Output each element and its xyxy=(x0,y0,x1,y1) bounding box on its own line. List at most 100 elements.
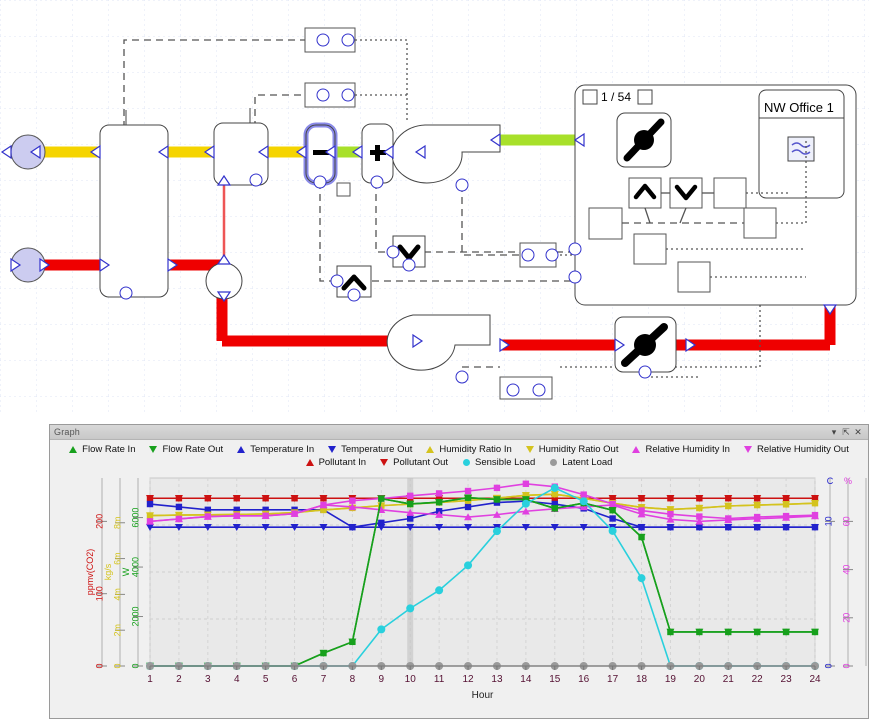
legend-row-1: Flow Rate In Flow Rate Out Temperature In T… xyxy=(50,443,868,456)
chevron-up-controller[interactable] xyxy=(330,265,372,302)
chart-svg[interactable]: 0100200ppmv(CO2)02m4m6m8mkg/s02000400060… xyxy=(50,470,868,708)
axis-title: kg/s xyxy=(103,563,113,580)
x-tick-label: 20 xyxy=(694,674,706,685)
legend-marker-icon xyxy=(743,445,753,454)
graph-title: Graph xyxy=(54,427,81,437)
zone-port-b xyxy=(568,270,582,284)
chevron-down-controller[interactable] xyxy=(386,235,426,272)
x-tick-label: 5 xyxy=(263,674,269,685)
axis-tick-label: 2000 xyxy=(130,607,140,627)
x-tick-label: 17 xyxy=(607,674,619,685)
sensor-box-bottom[interactable] xyxy=(499,376,553,400)
legend-marker-icon xyxy=(380,458,389,467)
legend-marker-icon xyxy=(69,445,78,454)
x-tick-label: 2 xyxy=(176,674,182,685)
axis-tick-label: 200 xyxy=(94,514,104,529)
graph-panel[interactable]: Graph ▾ ⇱ ✕ Flow Rate In Flow Rate Out Tem… xyxy=(49,424,869,719)
x-tick-label: 9 xyxy=(379,674,385,685)
legend-item[interactable]: Flow Rate In xyxy=(69,444,135,455)
x-tick-label: 6 xyxy=(292,674,298,685)
legend-item[interactable]: Flow Rate Out xyxy=(149,444,223,455)
axis-tick-label: 0 xyxy=(823,663,833,668)
close-icon[interactable]: ✕ xyxy=(852,426,864,438)
axis-tick-label: 40 xyxy=(841,565,851,575)
legend-marker-icon xyxy=(632,445,641,454)
zone-port-a xyxy=(568,242,582,256)
return-damper-valve[interactable] xyxy=(614,316,677,379)
axis-tick-label: 20 xyxy=(841,613,851,623)
chart-plot-area[interactable]: 0 100 200 ppmv(CO2) 0 2m 4m 6m 8m kg/s 0 2000 4000 60… xyxy=(50,470,868,708)
legend-item[interactable]: Pollutant In xyxy=(305,457,367,468)
legend-item[interactable]: Sensible Load xyxy=(462,457,535,468)
legend-item[interactable]: Relative Humidity In xyxy=(632,444,730,455)
x-tick-label: 13 xyxy=(491,674,503,685)
subtract-operator-block[interactable] xyxy=(303,122,338,189)
x-tick-label: 14 xyxy=(520,674,532,685)
axis-tick-label: 0 xyxy=(841,663,851,668)
legend-item[interactable]: Humidity Ratio Out xyxy=(525,444,619,455)
zone-damper-valve[interactable] xyxy=(616,112,672,168)
axis-tick-label: 100 xyxy=(94,586,104,601)
app-root: 1 / 54 NW Office 1 Graph ▾ ⇱ ✕ Flow Rate… xyxy=(0,0,869,719)
sensor-box-mid[interactable] xyxy=(519,242,559,268)
legend-marker-icon xyxy=(426,445,435,454)
legend-label: Flow Rate Out xyxy=(162,444,224,455)
unlabeled-toggle-box xyxy=(336,182,351,197)
legend-label: Humidity Ratio In xyxy=(439,444,512,455)
axis-tick-label: 6000 xyxy=(130,508,140,528)
legend-item[interactable]: Latent Load xyxy=(549,457,612,468)
axis-title: % xyxy=(844,476,852,486)
axis-tick-label: 4000 xyxy=(130,557,140,577)
room-box[interactable]: NW Office 1 xyxy=(758,89,845,199)
x-tick-label: 10 xyxy=(405,674,417,685)
legend-marker-icon xyxy=(328,445,337,454)
axis-tick-label: 8m xyxy=(112,517,122,530)
x-axis-title: Hour xyxy=(472,690,494,701)
legend-marker-icon xyxy=(305,458,315,467)
x-tick-label: 23 xyxy=(781,674,793,685)
x-tick-label: 11 xyxy=(434,674,445,685)
legend-marker-icon xyxy=(525,445,535,454)
axis-tick-label: 0 xyxy=(112,663,122,668)
graph-titlebar[interactable]: Graph ▾ ⇱ ✕ xyxy=(50,425,868,440)
chart-legend: Flow Rate In Flow Rate Out Temperature In T… xyxy=(50,440,868,470)
zone-checkbox-left xyxy=(582,89,598,105)
legend-item[interactable]: Humidity Ratio In xyxy=(426,444,512,455)
chevron-down-icon[interactable]: ▾ xyxy=(828,426,840,438)
legend-label: Sensible Load xyxy=(475,457,536,468)
legend-label: Temperature In xyxy=(250,444,315,455)
legend-item[interactable]: Pollutant Out xyxy=(380,457,448,468)
axis-tick-label: 0 xyxy=(94,663,104,668)
x-tick-label: 4 xyxy=(234,674,240,685)
x-tick-label: 24 xyxy=(809,674,821,685)
add-operator-block[interactable] xyxy=(361,123,394,189)
axis-tick-label: 0 xyxy=(130,663,140,668)
axis-tick-label: 2m xyxy=(112,624,122,637)
x-tick-label: 21 xyxy=(723,674,735,685)
sensor-box-top-2[interactable] xyxy=(304,82,356,108)
zone-checkbox-right xyxy=(637,89,653,105)
legend-item[interactable]: Relative Humidity Out xyxy=(743,444,849,455)
legend-label: Humidity Ratio Out xyxy=(538,444,619,455)
legend-label: Pollutant In xyxy=(318,457,367,468)
x-tick-label: 19 xyxy=(665,674,677,685)
legend-marker-icon xyxy=(149,445,158,454)
pin-icon[interactable]: ⇱ xyxy=(840,426,852,438)
x-tick-label: 16 xyxy=(578,674,590,685)
hvac-schematic-canvas[interactable]: 1 / 54 NW Office 1 xyxy=(0,0,869,420)
room-label: NW Office 1 xyxy=(764,100,834,115)
x-tick-label: 22 xyxy=(752,674,764,685)
legend-marker-icon xyxy=(237,445,246,454)
legend-item[interactable]: Temperature In xyxy=(237,444,314,455)
axis-tick-label: 4m xyxy=(112,588,122,601)
x-tick-label: 12 xyxy=(462,674,474,685)
legend-label: Latent Load xyxy=(562,457,613,468)
legend-label: Temperature Out xyxy=(341,444,413,455)
air-handling-unit[interactable] xyxy=(99,110,169,300)
axis-tick-label: 60 xyxy=(841,516,851,526)
x-tick-label: 1 xyxy=(147,674,153,685)
sensor-box-top-1[interactable] xyxy=(304,27,356,53)
legend-item[interactable]: Temperature Out xyxy=(328,444,412,455)
loop-counter-label: 1 / 54 xyxy=(601,90,631,104)
x-tick-label: 15 xyxy=(549,674,561,685)
